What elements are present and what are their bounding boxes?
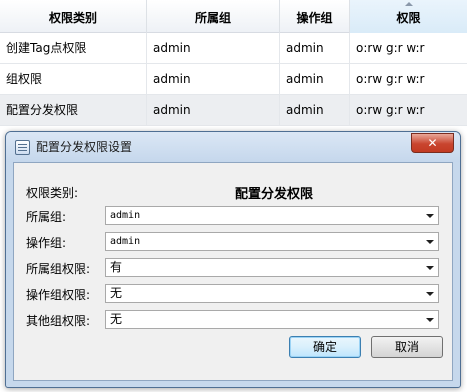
dialog-content: 权限类别: 配置分发权限 所属组: admin 操作组: admin 所属组权限…	[13, 162, 453, 381]
window-app-icon	[15, 140, 30, 155]
chevron-down-icon	[426, 292, 434, 296]
chevron-down-icon	[426, 240, 434, 244]
close-button[interactable]: ✕	[411, 133, 454, 153]
sort-up-icon	[404, 2, 413, 6]
cell-permission: o:rw g:r w:r	[356, 41, 425, 55]
column-header-permission[interactable]: 权限	[350, 0, 467, 33]
op-group-select-value: admin	[110, 236, 141, 247]
category-value: 配置分发权限	[234, 187, 313, 202]
ok-button[interactable]: 确定	[289, 336, 361, 358]
op-permission-select[interactable]: 无	[105, 284, 439, 303]
cell-category: 组权限	[0, 64, 147, 95]
group-permission-select-value: 有	[110, 260, 123, 274]
op-group-select[interactable]: admin	[105, 232, 439, 251]
column-header-group[interactable]: 所属组	[147, 0, 280, 33]
chevron-down-icon	[426, 318, 434, 322]
chevron-down-icon	[426, 214, 434, 218]
cell-permission: o:rw g:r w:r	[356, 72, 425, 86]
column-header-permission-label: 权限	[396, 11, 421, 25]
group-label: 所属组:	[26, 210, 67, 224]
group-select-value: admin	[110, 210, 141, 221]
table-row[interactable]: 创建Tag点权限 admin admin o:rw g:r w:r	[0, 33, 467, 64]
other-permission-label: 其他组权限:	[26, 314, 91, 328]
other-permission-select[interactable]: 无	[105, 310, 439, 329]
op-permission-select-value: 无	[110, 286, 123, 300]
column-header-op-group[interactable]: 操作组	[280, 0, 350, 33]
op-permission-label: 操作组权限:	[26, 288, 91, 302]
op-group-label: 操作组:	[26, 236, 67, 250]
cell-category: 配置分发权限	[0, 95, 147, 126]
cell-group: admin	[147, 33, 280, 64]
permission-settings-dialog: 配置分发权限设置 ✕ 权限类别: 配置分发权限 所属组: admin 操作组: …	[5, 131, 461, 388]
cell-group: admin	[147, 95, 280, 126]
group-permission-label: 所属组权限:	[26, 262, 91, 276]
cell-op-group: admin	[280, 64, 350, 95]
chevron-down-icon	[426, 266, 434, 270]
dialog-titlebar[interactable]: 配置分发权限设置 ✕	[6, 132, 460, 162]
cell-op-group: admin	[280, 95, 350, 126]
cell-permission: o:rw g:r w:r	[356, 103, 425, 117]
close-icon: ✕	[427, 136, 438, 150]
table-row-selected[interactable]: 配置分发权限 admin admin o:rw g:r w:r	[0, 95, 467, 126]
cell-op-group: admin	[280, 33, 350, 64]
group-select[interactable]: admin	[105, 206, 439, 225]
cell-category: 创建Tag点权限	[0, 33, 147, 64]
cancel-button[interactable]: 取消	[371, 336, 443, 358]
other-permission-select-value: 无	[110, 312, 123, 326]
table-header: 权限类别 所属组 操作组 权限	[0, 0, 467, 33]
column-header-category[interactable]: 权限类别	[0, 0, 147, 33]
dialog-title: 配置分发权限设置	[36, 140, 133, 154]
table-row[interactable]: 组权限 admin admin o:rw g:r w:r	[0, 64, 467, 95]
group-permission-select[interactable]: 有	[105, 258, 439, 277]
cell-group: admin	[147, 64, 280, 95]
